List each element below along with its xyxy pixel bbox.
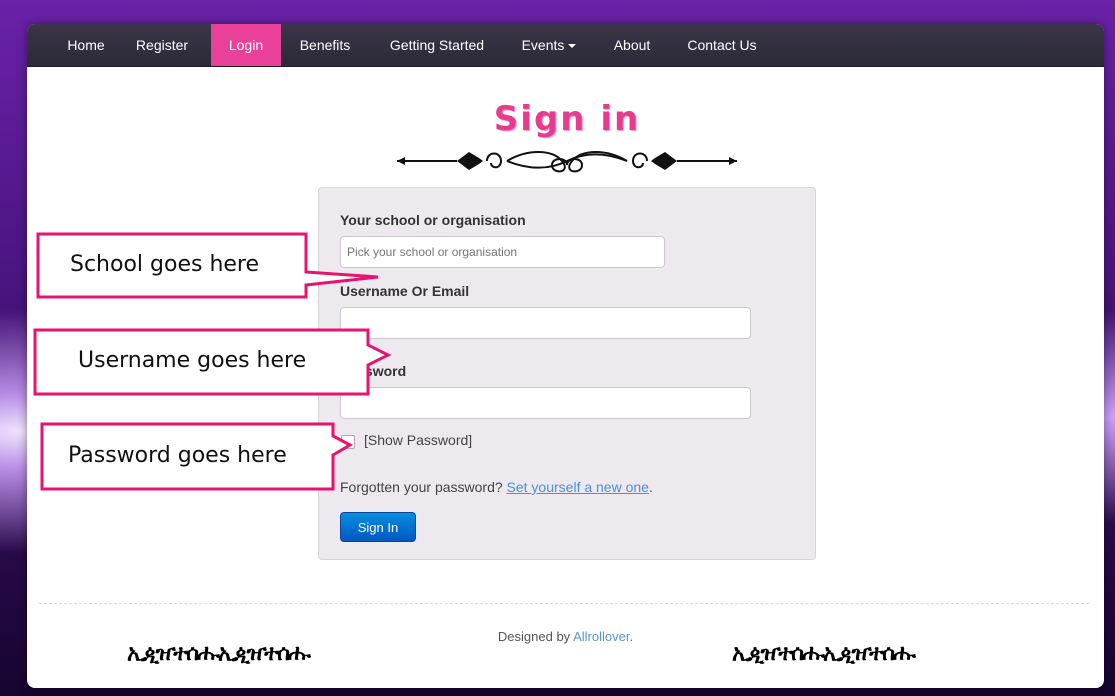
forgot-password-text: Forgotten your password? [340,479,503,495]
forgot-password-suffix: . [648,479,653,495]
username-input[interactable] [340,307,751,339]
callout-school-text: School goes here [70,252,260,277]
sign-in-panel: Your school or organisation Username Or … [318,187,816,560]
footer-divider [39,603,1089,604]
show-password-label[interactable]: [Show Password] [364,432,472,448]
reset-password-link[interactable]: Set yourself a new one [507,479,649,495]
school-picker-input[interactable] [340,236,665,268]
nav-about[interactable]: About [599,24,665,66]
password-input[interactable] [340,387,751,419]
show-password-checkbox[interactable] [341,435,355,449]
sign-in-button[interactable]: Sign In [340,512,416,542]
nav-register[interactable]: Register [122,24,202,66]
designer-credit-link[interactable]: Allrollover [573,629,629,644]
nav-benefits[interactable]: Benefits [285,24,365,66]
nav-events-dropdown[interactable]: Events [509,24,589,66]
caret-down-icon [568,44,577,49]
callout-password-text: Password goes here [68,443,287,468]
forgot-password-row: Forgotten your password? Set yourself a … [340,479,653,495]
top-navbar: Home Register Login Benefits Getting Sta… [27,24,1104,67]
footer-credit-suffix: . [629,629,634,644]
password-label: Password [340,363,407,379]
callout-username-text: Username goes here [78,348,307,373]
nav-events-label: Events [521,37,565,53]
page-title: Sign in [493,99,641,139]
school-label: Your school or organisation [340,212,526,228]
nav-getting-started[interactable]: Getting Started [372,24,502,66]
band-silhouettes-right-icon: ኢዺዠተሰሑኢዺዠተሰሑ [732,640,916,665]
footer-credit: Designed by Allrollover. [27,629,1104,644]
nav-login[interactable]: Login [211,24,281,66]
username-label: Username Or Email [340,283,470,299]
nav-home[interactable]: Home [51,24,121,66]
decorative-flourish-icon [397,151,737,173]
designed-by-text: Designed by [497,629,571,644]
nav-contact-us[interactable]: Contact Us [672,24,772,66]
